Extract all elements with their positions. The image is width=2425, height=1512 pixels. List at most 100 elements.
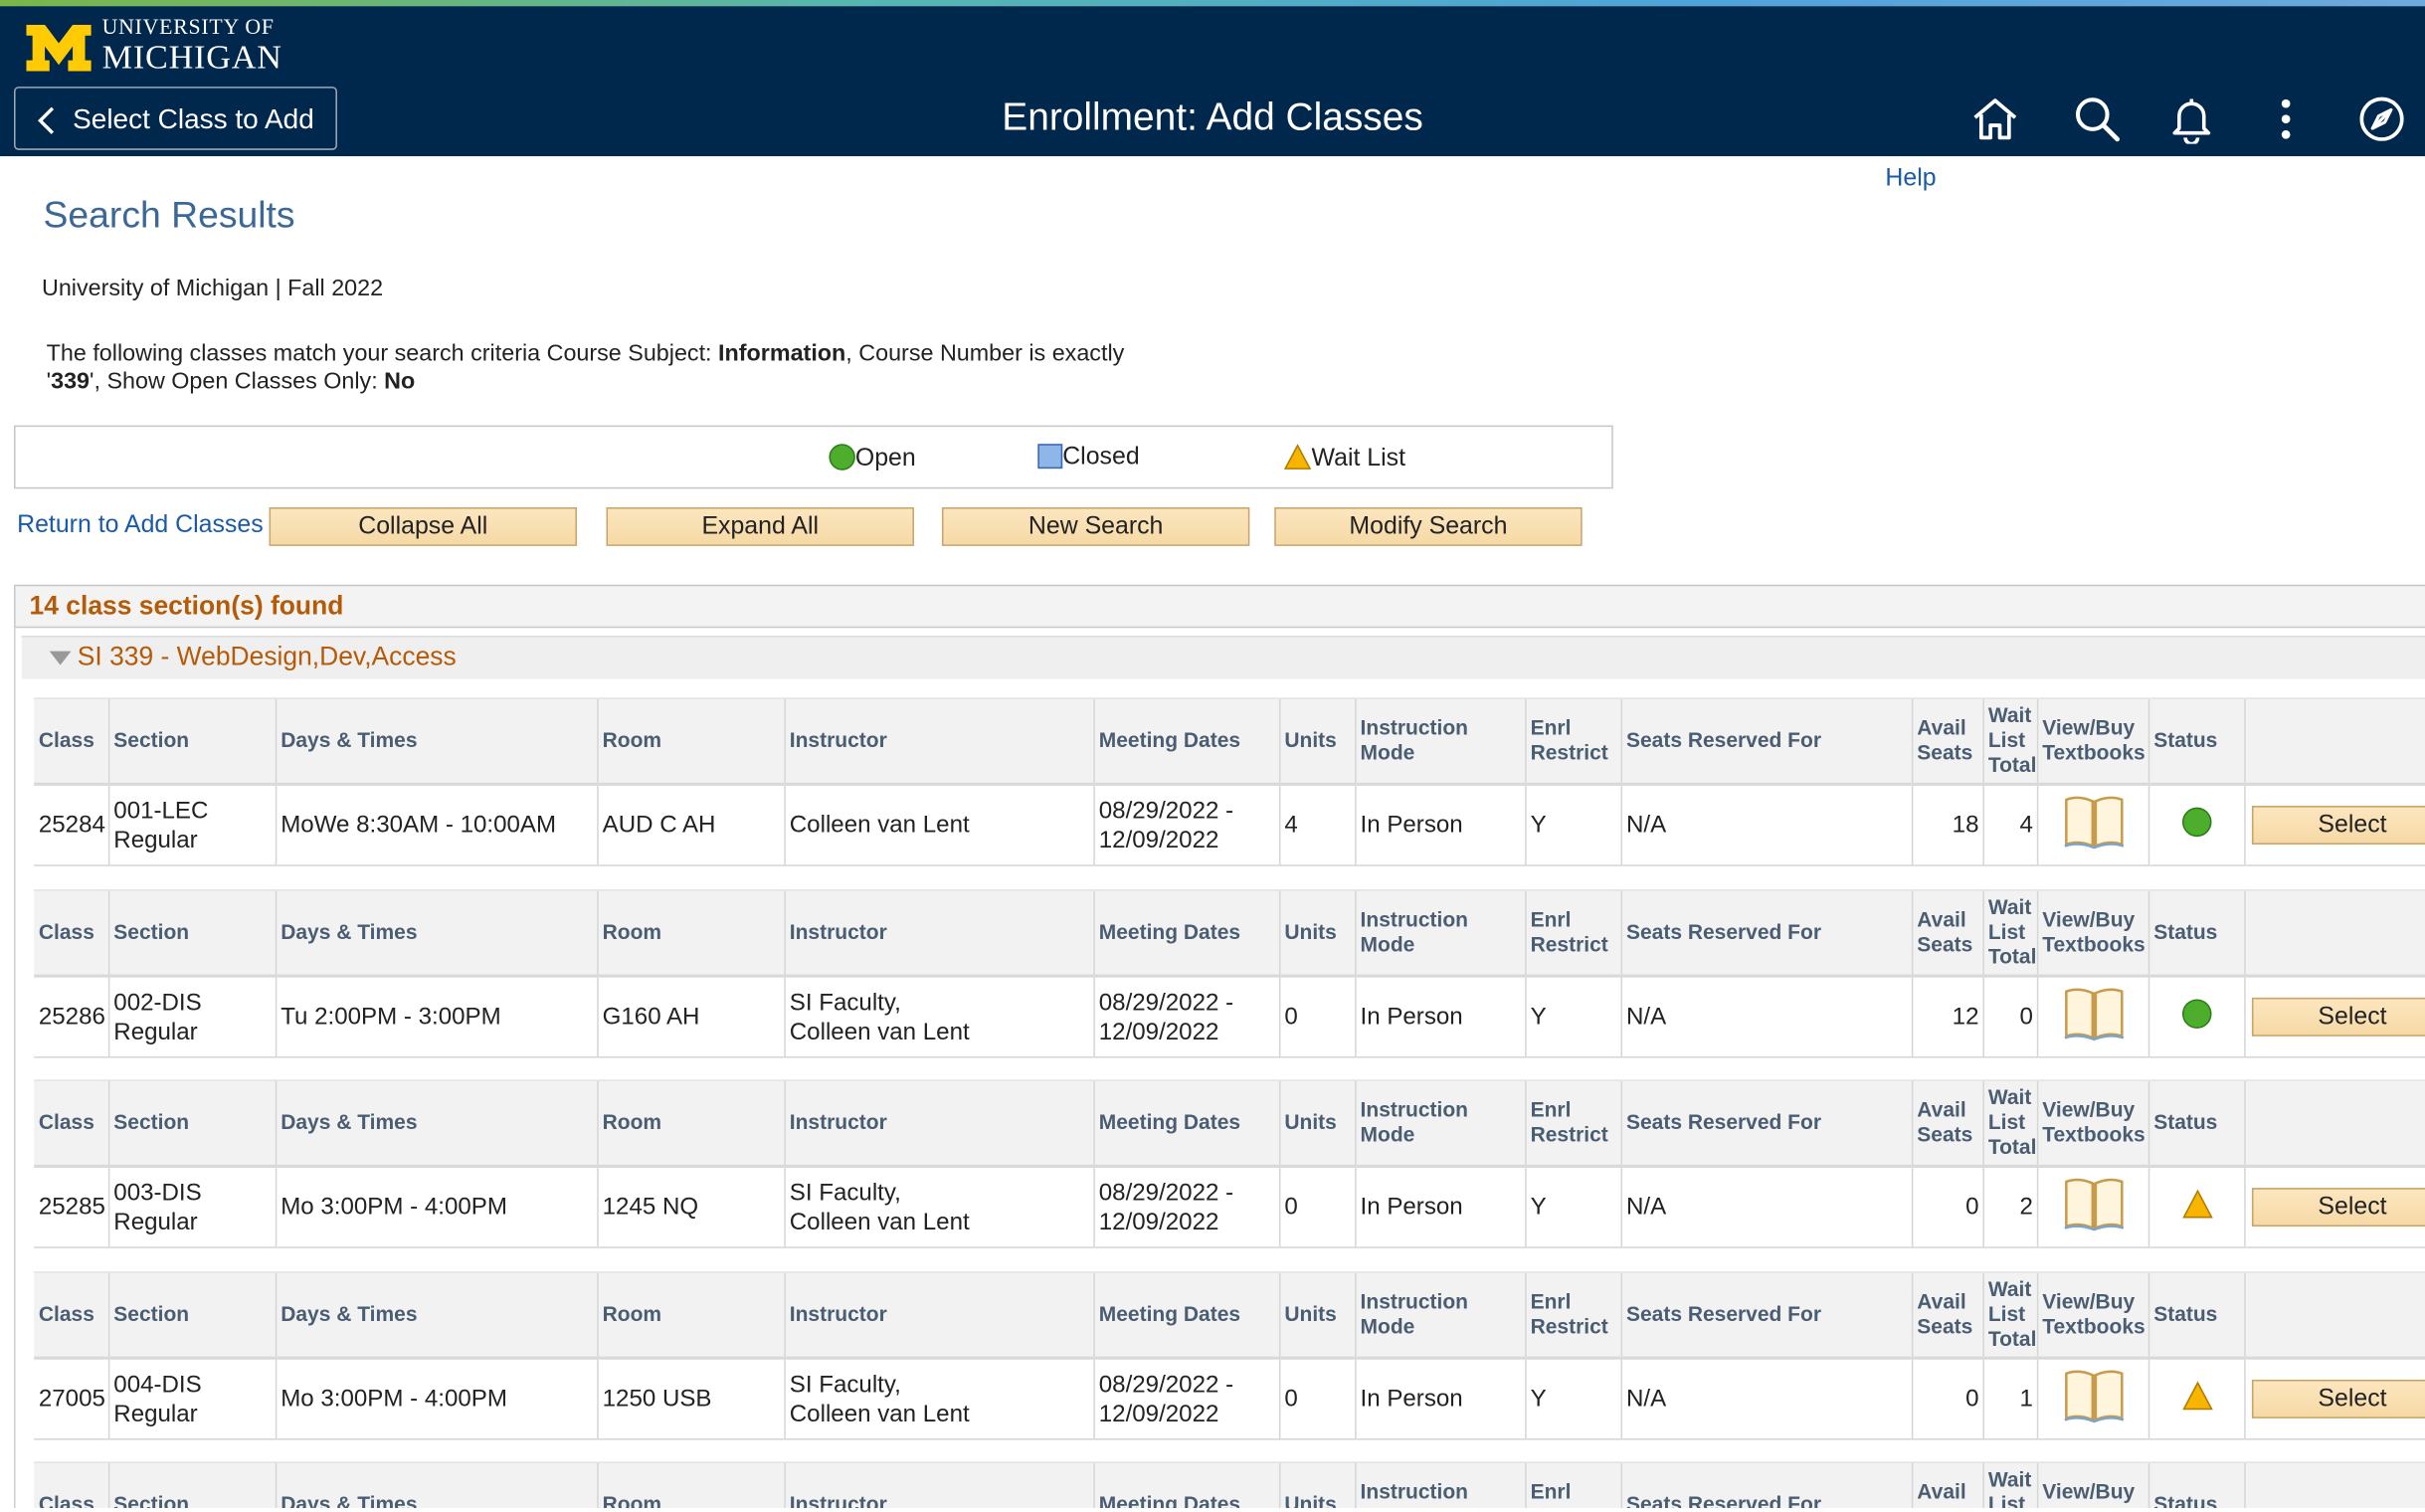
days-times-cell: Mo 3:00PM - 4:00PM [274,1166,598,1248]
more-vertical-icon[interactable] [2261,94,2311,144]
new-search-button[interactable]: New Search [941,507,1250,546]
textbooks-cell[interactable] [2036,1166,2148,1248]
class-number-cell[interactable]: 25284 [34,784,108,866]
component-label[interactable]: Regular [113,1401,197,1426]
waitlist-status-icon [2181,1380,2213,1410]
collapse-all-button[interactable]: Collapse All [269,507,577,546]
wait-list-cell: 2 [1981,1166,2037,1248]
component-label[interactable]: Regular [113,827,197,852]
textbooks-cell[interactable] [2036,976,2148,1058]
table-header-row: Class Section Days & Times Room Instructor Me… [34,697,2425,786]
column-header: Instructor [783,697,1094,786]
units-value: 0 [1284,1004,1298,1031]
textbook-icon[interactable] [2061,792,2126,858]
caret-down-icon[interactable] [49,651,72,665]
meeting-dates-cell: 08/29/2022 -12/09/2022 [1092,1166,1279,1248]
select-button[interactable]: Select [2251,806,2425,845]
section-link[interactable]: 004-DIS [113,1371,201,1397]
textbook-icon[interactable] [2061,984,2126,1050]
help-link[interactable]: Help [1885,165,1936,193]
section-cell[interactable]: 001-LEC Regular [107,784,276,866]
column-header-label: Instruction [1360,1480,1468,1504]
avail-seats-value: 0 [1965,1194,1979,1221]
section-link[interactable]: 003-DIS [113,1180,201,1206]
class-number-link[interactable]: 27005 [39,1386,105,1412]
column-header: Class [34,1271,108,1360]
class-number-link[interactable]: 25284 [39,812,105,838]
column-header: Days & Times [274,1461,598,1509]
column-header-label: Restrict [1530,932,1608,956]
column-header-label: Seats [1917,932,1973,956]
seats-reserved-value: N/A [1625,812,1667,839]
section-link[interactable]: 001-LEC [113,798,208,824]
select-cell[interactable]: Select [2243,1358,2425,1440]
column-header: Units [1278,1461,1356,1509]
column-header: Room [596,1079,785,1168]
instruction-mode-value: In Person [1360,1386,1463,1413]
results-count-bar: 14 class section(s) found [13,584,2425,629]
modify-search-button[interactable]: Modify Search [1274,507,1583,546]
search-icon[interactable] [2073,94,2123,144]
component-label[interactable]: Regular [113,1209,197,1234]
select-button[interactable]: Select [2251,997,2425,1037]
class-number-cell[interactable]: 25286 [34,976,108,1058]
textbook-icon[interactable] [2061,1174,2126,1240]
home-icon[interactable] [1970,94,2020,144]
textbook-icon[interactable] [2061,1366,2126,1432]
class-number-link[interactable]: 25285 [39,1194,105,1220]
section-cell[interactable]: 004-DIS Regular [107,1358,276,1440]
bell-icon[interactable] [2166,94,2216,144]
column-header-label: View/Buy [2042,907,2136,932]
class-number-cell[interactable]: 25285 [34,1166,108,1248]
section-cell[interactable]: 002-DIS Regular [107,976,276,1058]
column-header-label: Seats Reserved For [1625,920,1821,944]
days-times-cell: MoWe 8:30AM - 10:00AM [274,784,598,866]
column-header-label: Mode [1360,932,1415,956]
course-group-header[interactable]: SI 339 - WebDesign,Dev,Access [21,636,2425,679]
column-header-label: Seats Reserved For [1625,1492,1821,1509]
enrl-restrict-value: Y [1530,812,1547,839]
end-date-value: 12/09/2022 [1098,1209,1219,1235]
avail-seats-value: 12 [1952,1004,1979,1031]
select-cell[interactable]: Select [2243,784,2425,866]
column-header-label: Status [2153,920,2218,944]
select-cell[interactable]: Select [2243,976,2425,1058]
column-header-label: Mode [1360,1314,1415,1338]
select-cell[interactable]: Select [2243,1166,2425,1248]
select-button[interactable]: Select [2251,1379,2425,1418]
instructor-value: Colleen van Lent [789,812,970,839]
textbooks-cell[interactable] [2036,784,2148,866]
textbooks-cell[interactable] [2036,1358,2148,1440]
column-header: Meeting Dates [1092,1461,1279,1509]
class-number-cell[interactable]: 27005 [34,1358,108,1440]
column-header-label: Meeting Dates [1098,1492,1241,1509]
room-cell: G160 AH [596,976,785,1058]
waitlist-status-icon [1283,444,1312,470]
column-header: Status [2146,1271,2245,1360]
instruction-mode-cell: In Person [1354,1358,1526,1440]
expand-all-button[interactable]: Expand All [606,507,914,546]
column-header: WaitListTotal [1981,889,2037,978]
component-label[interactable]: Regular [113,1019,197,1044]
select-button[interactable]: Select [2251,1188,2425,1228]
legend-waitlist-label: Wait List [1311,445,1406,472]
column-header: Section [107,1271,276,1360]
section-link[interactable]: 002-DIS [113,989,201,1015]
class-number-link[interactable]: 25286 [39,1004,105,1030]
column-header-label: Seats Reserved For [1625,1302,1821,1326]
table-header-row: Class Section Days & Times Room Instructor Me… [34,1461,2425,1509]
column-header-label: View/Buy [2042,1480,2136,1504]
instructor-value: SI Faculty, [789,989,901,1016]
column-header-label: Avail [1917,715,1966,740]
seats-reserved-cell: N/A [1619,1358,1912,1440]
column-header-label: Class [38,1302,94,1326]
instruction-mode-cell: In Person [1354,1166,1526,1248]
compass-icon[interactable] [2357,94,2407,144]
return-to-add-classes-link[interactable]: Return to Add Classes [17,512,264,540]
column-header-label: Instruction [1360,1097,1468,1122]
section-table: Class Section Days & Times Room Instructor Me… [34,697,2425,866]
section-cell[interactable]: 003-DIS Regular [107,1166,276,1248]
table-row: 25284 001-LEC Regular MoWe 8:30AM - 10:00AM… [34,784,2425,866]
column-header: EnrlRestrict [1524,697,1621,786]
column-header-label: Wait [1987,1277,2032,1301]
